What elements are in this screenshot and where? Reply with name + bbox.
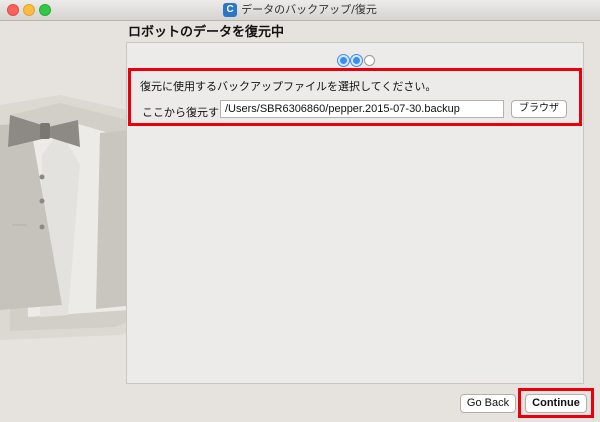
window-title-area: C データのバックアップ/復元 — [0, 2, 600, 18]
app-icon: C — [223, 3, 238, 17]
highlight-annotation-continue — [518, 388, 594, 418]
go-back-button[interactable]: Go Back — [460, 394, 516, 413]
highlight-annotation-form — [128, 68, 582, 126]
window-title: データのバックアップ/復元 — [241, 3, 377, 16]
step-dot-complete-icon — [338, 55, 349, 66]
title-bar: C データのバックアップ/復元 — [0, 0, 600, 21]
step-dot-current-icon — [351, 55, 362, 66]
page-title: ロボットのデータを復元中 — [128, 24, 285, 39]
step-dot-pending-icon — [364, 55, 375, 66]
